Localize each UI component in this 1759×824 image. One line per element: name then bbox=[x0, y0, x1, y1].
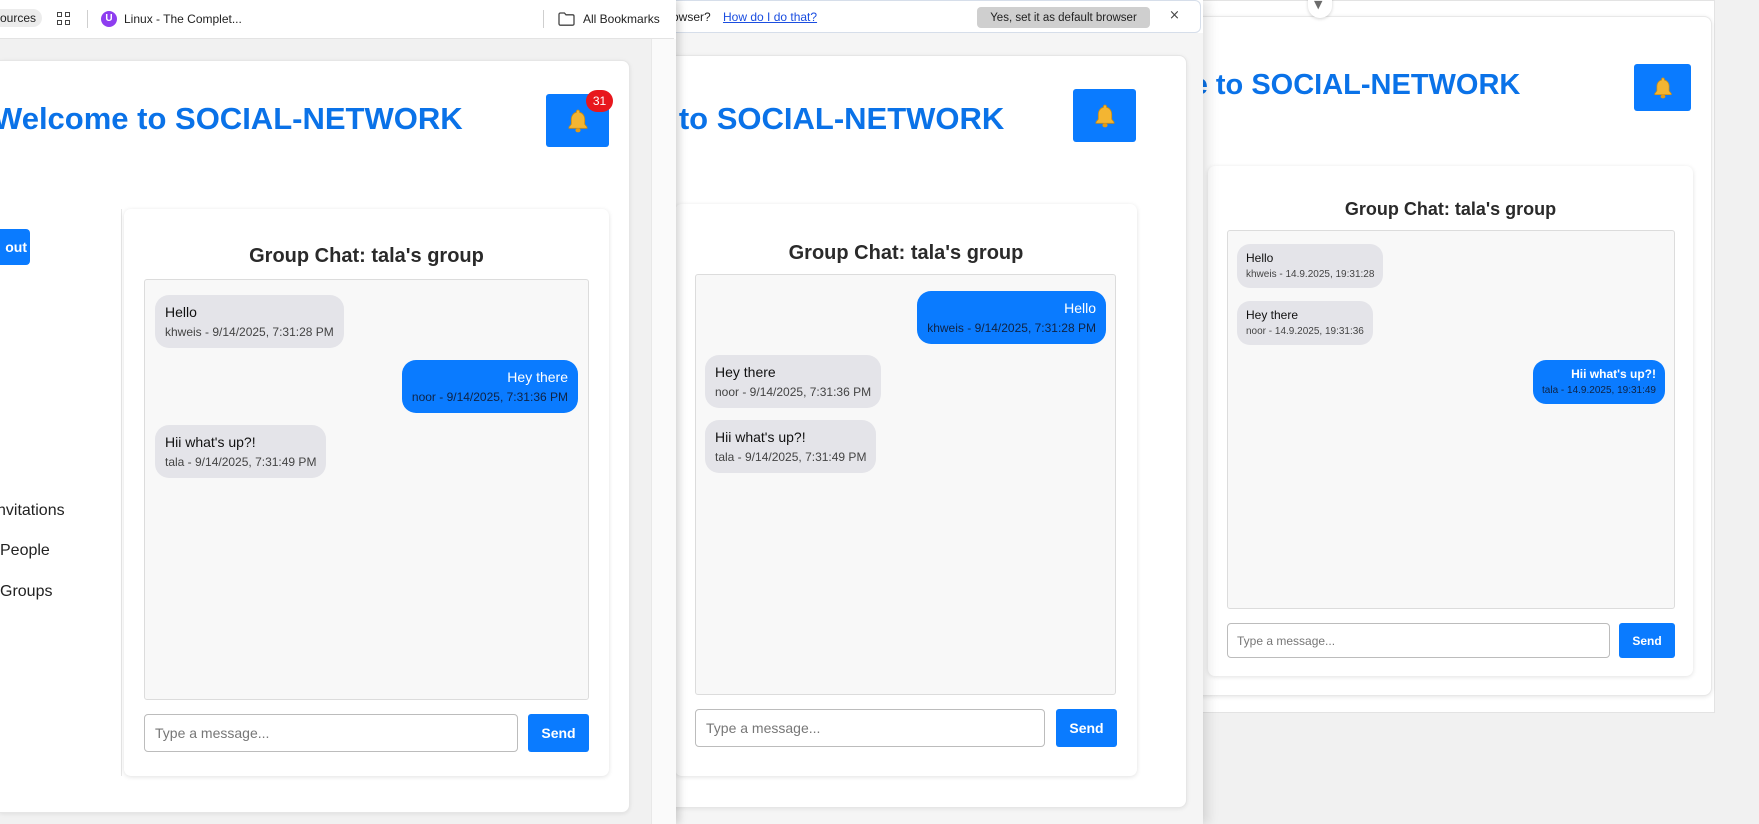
how-do-i-link[interactable]: How do I do that? bbox=[723, 10, 817, 24]
bell-icon bbox=[1093, 103, 1117, 129]
bookmark-chip[interactable]: ources bbox=[0, 9, 43, 27]
page-title: Welcome to SOCIAL-NETWORK bbox=[0, 101, 463, 136]
logout-button[interactable]: out bbox=[0, 229, 30, 265]
sidebar-item-invitations[interactable]: nvitations bbox=[0, 502, 65, 520]
message-list[interactable]: Hello khweis - 9/14/2025, 7:31:28 PM Hey… bbox=[695, 274, 1116, 695]
message-meta: khweis - 9/14/2025, 7:31:28 PM bbox=[927, 321, 1096, 335]
message-bubble: Hii what's up?! tala - 9/14/2025, 7:31:4… bbox=[155, 425, 327, 478]
bell-icon bbox=[566, 108, 590, 134]
message-bubble: Hey there noor - 14.9.2025, 19:31:36 bbox=[1237, 301, 1373, 345]
page-background: e to SOCIAL-NETWORK Group Chat: tala's g… bbox=[672, 33, 1203, 824]
notification-button[interactable] bbox=[1634, 64, 1691, 111]
notification-count-badge: 31 bbox=[586, 90, 613, 112]
separator bbox=[543, 10, 544, 28]
close-icon[interactable]: × bbox=[1169, 8, 1180, 23]
message-input[interactable] bbox=[695, 709, 1045, 747]
separator bbox=[87, 10, 88, 28]
message-text: Hii what's up?! bbox=[1571, 367, 1656, 381]
message-meta: tala - 9/14/2025, 7:31:49 PM bbox=[165, 455, 317, 469]
message-text: Hii what's up?! bbox=[715, 429, 806, 445]
group-chat-panel: Group Chat: tala's group Hello khweis - … bbox=[124, 209, 609, 776]
browser-window-middle: owser? How do I do that? Yes, set it as … bbox=[672, 0, 1203, 824]
message-bubble-own: Hey there noor - 9/14/2025, 7:31:36 PM bbox=[401, 360, 578, 413]
send-button[interactable]: Send bbox=[1619, 623, 1675, 658]
chat-title: Group Chat: tala's group bbox=[788, 242, 1024, 264]
infobar-question: owser? bbox=[672, 10, 711, 24]
browser-window-left: ources U Linux - The Complet... All Book… bbox=[0, 0, 676, 824]
message-list[interactable]: Hello khweis - 9/14/2025, 7:31:28 PM Hey… bbox=[144, 279, 589, 700]
chevron-down-icon: ▼ bbox=[1314, 0, 1323, 11]
sidebar: out nvitations People Groups bbox=[0, 209, 122, 776]
message-text: Hey there bbox=[1246, 308, 1299, 322]
send-button[interactable]: Send bbox=[528, 714, 589, 752]
message-input[interactable] bbox=[1227, 623, 1610, 658]
message-text: Hello bbox=[1246, 251, 1274, 265]
grid-icon[interactable] bbox=[57, 12, 71, 26]
message-bubble: Hii what's up?! tala - 9/14/2025, 7:31:4… bbox=[705, 420, 877, 473]
bell-icon bbox=[1652, 76, 1674, 100]
message-text: Hey there bbox=[715, 364, 776, 380]
page-title: ne to SOCIAL-NETWORK bbox=[1200, 69, 1521, 101]
message-bubble-own: Hello khweis - 9/14/2025, 7:31:28 PM bbox=[917, 291, 1106, 344]
message-meta: khweis - 14.9.2025, 19:31:28 bbox=[1246, 269, 1375, 280]
message-bubble: Hello khweis - 9/14/2025, 7:31:28 PM bbox=[155, 295, 344, 348]
message-input[interactable] bbox=[144, 714, 518, 752]
message-text: Hey there bbox=[507, 369, 568, 385]
set-default-button[interactable]: Yes, set it as default browser bbox=[977, 7, 1150, 28]
bookmark-linux[interactable]: Linux - The Complet... bbox=[124, 12, 242, 26]
message-bubble: Hello khweis - 14.9.2025, 19:31:28 bbox=[1237, 244, 1384, 288]
group-chat-panel: Group Chat: tala's group Hello khweis - … bbox=[1208, 166, 1693, 676]
page-title: e to SOCIAL-NETWORK bbox=[672, 101, 1005, 136]
sidebar-item-people[interactable]: People bbox=[0, 542, 50, 560]
message-text: Hii what's up?! bbox=[165, 434, 256, 450]
message-meta: khweis - 9/14/2025, 7:31:28 PM bbox=[165, 325, 334, 339]
message-list[interactable]: Hello khweis - 14.9.2025, 19:31:28 Hey t… bbox=[1227, 230, 1675, 609]
page-background: Welcome to SOCIAL-NETWORK 31 out nvitati… bbox=[0, 39, 676, 824]
bookmarks-bar: ources U Linux - The Complet... All Book… bbox=[0, 0, 674, 39]
folder-icon bbox=[558, 12, 575, 26]
group-chat-panel: Group Chat: tala's group Hello khweis - … bbox=[675, 204, 1137, 776]
notification-button[interactable] bbox=[1073, 89, 1136, 142]
message-meta: noor - 9/14/2025, 7:31:36 PM bbox=[715, 385, 872, 399]
sidebar-item-groups[interactable]: Groups bbox=[0, 583, 52, 601]
message-bubble: Hey there noor - 9/14/2025, 7:31:36 PM bbox=[705, 355, 882, 408]
chat-title: Group Chat: tala's group bbox=[1344, 199, 1557, 219]
linux-course-icon: U bbox=[101, 11, 117, 27]
message-meta: tala - 14.9.2025, 19:31:49 bbox=[1542, 385, 1656, 396]
browser-window-right: ne to SOCIAL-NETWORK Group Chat: tala's … bbox=[1200, 0, 1759, 824]
default-browser-infobar: owser? How do I do that? Yes, set it as … bbox=[672, 0, 1201, 33]
message-meta: tala - 9/14/2025, 7:31:49 PM bbox=[715, 450, 867, 464]
main-container: e to SOCIAL-NETWORK Group Chat: tala's g… bbox=[672, 55, 1187, 808]
message-bubble-own: Hii what's up?! tala - 14.9.2025, 19:31:… bbox=[1533, 360, 1665, 404]
all-bookmarks[interactable]: All Bookmarks bbox=[583, 12, 660, 26]
chat-title: Group Chat: tala's group bbox=[249, 245, 484, 267]
message-text: Hello bbox=[165, 304, 197, 320]
send-button[interactable]: Send bbox=[1056, 709, 1117, 747]
message-text: Hello bbox=[1064, 300, 1096, 316]
main-container: Welcome to SOCIAL-NETWORK 31 out nvitati… bbox=[0, 60, 630, 813]
message-meta: noor - 14.9.2025, 19:31:36 bbox=[1246, 326, 1364, 337]
scrollbar[interactable] bbox=[651, 39, 676, 824]
main-container: ne to SOCIAL-NETWORK Group Chat: tala's … bbox=[1200, 16, 1712, 696]
message-meta: noor - 9/14/2025, 7:31:36 PM bbox=[411, 390, 568, 404]
